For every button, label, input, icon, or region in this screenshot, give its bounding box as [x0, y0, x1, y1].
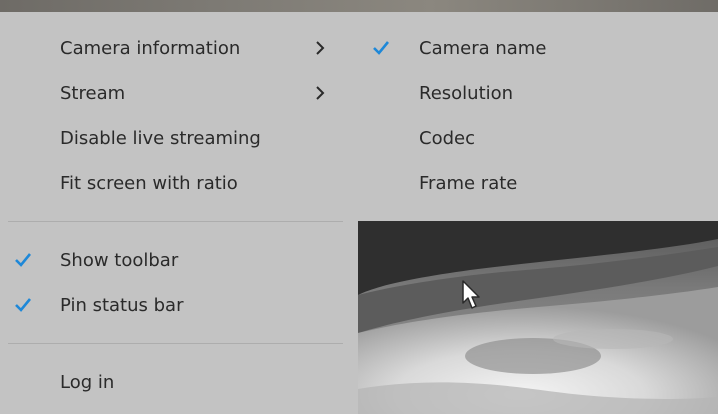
- menu-item-label: Show toolbar: [60, 249, 179, 271]
- submenu-item-label: Resolution: [419, 82, 514, 104]
- menu-separator: [8, 221, 343, 222]
- submenu-item-label: Codec: [419, 127, 475, 149]
- menu-item-fit-screen-with-ratio[interactable]: Fit screen with ratio: [0, 163, 358, 203]
- menu-item-disable-live-streaming[interactable]: Disable live streaming: [0, 118, 358, 158]
- submenu-item-resolution[interactable]: Resolution: [358, 73, 718, 113]
- submenu-item-camera-name[interactable]: Camera name: [358, 28, 718, 68]
- menu-item-label: Pin status bar: [60, 294, 184, 316]
- live-view-screen: Camera information Stream Disable live s…: [0, 0, 718, 414]
- menu-item-label: Camera information: [60, 37, 241, 59]
- menu-item-label: Stream: [60, 82, 126, 104]
- camera-live-feed[interactable]: [358, 221, 718, 414]
- menu-item-stream[interactable]: Stream: [0, 73, 358, 113]
- submenu-item-codec[interactable]: Codec: [358, 118, 718, 158]
- check-icon: [15, 298, 32, 312]
- check-icon: [15, 253, 32, 267]
- menu-item-label: Log in: [60, 371, 115, 393]
- menu-item-label: Disable live streaming: [60, 127, 261, 149]
- submenu-item-label: Camera name: [419, 37, 547, 59]
- video-top-edge: [0, 0, 718, 12]
- chevron-right-icon: [316, 41, 325, 55]
- context-menu: Camera information Stream Disable live s…: [0, 12, 358, 414]
- menu-item-pin-status-bar[interactable]: Pin status bar: [0, 285, 358, 325]
- camera-image: [358, 221, 718, 414]
- menu-item-show-toolbar[interactable]: Show toolbar: [0, 240, 358, 280]
- menu-item-label: Fit screen with ratio: [60, 172, 238, 194]
- menu-item-camera-information[interactable]: Camera information: [0, 28, 358, 68]
- mouse-pointer-icon: [462, 280, 480, 309]
- submenu-item-label: Frame rate: [419, 172, 518, 194]
- submenu-item-frame-rate[interactable]: Frame rate: [358, 163, 718, 203]
- check-icon: [373, 41, 390, 55]
- menu-item-log-in[interactable]: Log in: [0, 362, 358, 402]
- menu-separator: [8, 343, 343, 344]
- chevron-right-icon: [316, 86, 325, 100]
- camera-information-submenu: Camera name Resolution Codec Frame rate: [358, 12, 718, 221]
